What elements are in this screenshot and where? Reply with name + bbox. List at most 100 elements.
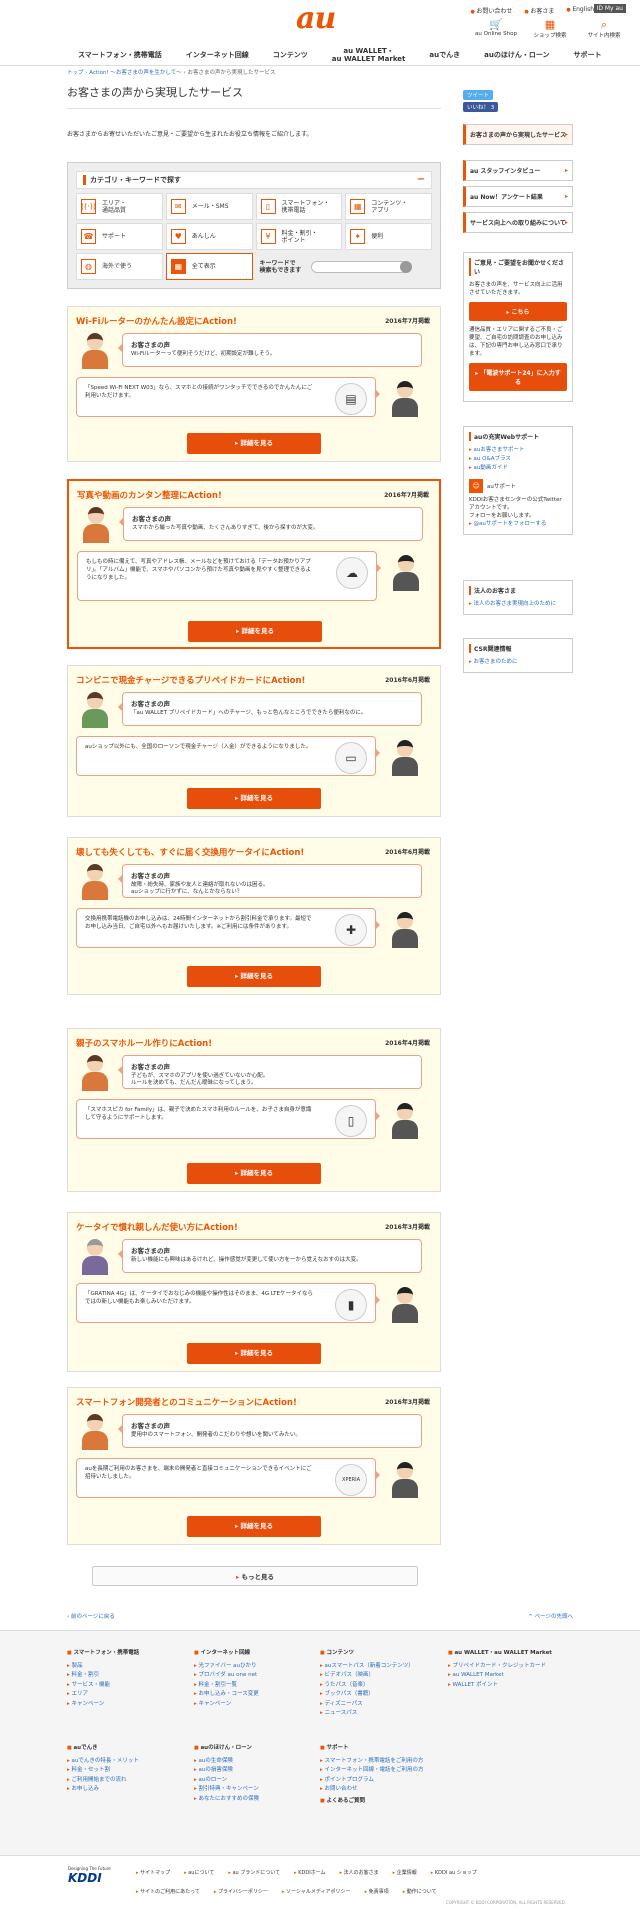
detail-button[interactable]: 詳細を見る — [187, 1163, 321, 1184]
page-top-link[interactable]: ^ ページの先頭へ — [528, 1612, 573, 1620]
footer-heading[interactable]: スマートフォン・携帯電話 — [67, 1649, 187, 1659]
nav-wallet[interactable]: au WALLET・ au WALLET Market — [320, 47, 418, 63]
category-all[interactable]: ▦ 全て表示 — [165, 253, 253, 280]
footer-link[interactable]: キャンペーン — [194, 1700, 314, 1710]
footer-link[interactable]: プロバイダ au one net — [194, 1671, 314, 1681]
footer-bottom-link[interactable]: au ブランドについて — [228, 1869, 280, 1876]
signal-support-button[interactable]: ▸ 「電波サポート24」に入力する — [469, 363, 567, 391]
case-title[interactable]: スマートフォン開発者とのコミュニケーションにAction! — [76, 1396, 297, 1408]
footer-heading[interactable]: インターネット回線 — [194, 1649, 314, 1659]
category-contents[interactable]: ▦ コンテンツ・ アプリ — [345, 193, 432, 220]
nav-denki[interactable]: auでんき — [417, 51, 472, 59]
category-support[interactable]: ☎ サポート — [76, 223, 163, 250]
footer-bottom-link[interactable]: KDDIホーム — [294, 1869, 325, 1876]
footer-link[interactable]: うたパス（音楽） — [320, 1681, 440, 1691]
footer-link[interactable]: ご利用開始までの流れ — [67, 1776, 187, 1786]
corporate-link[interactable]: 法人のお客さま実現向上のために — [469, 600, 567, 609]
au-logo[interactable]: au — [296, 4, 336, 34]
footer-heading[interactable]: auのほけん・ローン — [194, 1744, 314, 1754]
breadcrumb-top[interactable]: トップ — [67, 70, 84, 76]
collapse-icon[interactable]: − — [417, 174, 425, 185]
detail-button[interactable]: 詳細を見る — [187, 1516, 321, 1537]
footer-link[interactable]: 製品 — [67, 1662, 187, 1672]
detail-button[interactable]: 詳細を見る — [187, 788, 321, 809]
sidebar-link-services[interactable]: お客さまの声から実現したサービス — [463, 124, 573, 145]
footer-link[interactable]: 光ファイバー auひかり — [194, 1662, 314, 1672]
footer-bottom-link[interactable]: ソーシャルメディアポリシー — [282, 1888, 351, 1895]
footer-link[interactable]: ブックパス（書籍） — [320, 1690, 440, 1700]
footer-link[interactable]: ビデオパス（映画） — [320, 1671, 440, 1681]
sidebar-link-improvement[interactable]: サービス向上への取り組みについて — [463, 212, 573, 233]
case-title[interactable]: 壊しても失くしても、すぐに届く交換用ケータイにAction! — [76, 846, 304, 858]
category-area[interactable]: ((·)) エリア・ 通話品質 — [76, 193, 163, 220]
site-search-button[interactable]: ⌕ サイト内検索 — [582, 18, 626, 39]
like-button[interactable]: いいね！ 3 — [463, 102, 499, 112]
english-link[interactable]: English — [566, 6, 594, 15]
footer-link[interactable]: auスマートパス（新着コンテンツ） — [320, 1662, 440, 1672]
case-title[interactable]: 親子のスマホルール作りにAction! — [76, 1037, 212, 1049]
case-title[interactable]: 写真や動画のカンタン整理にAction! — [77, 489, 222, 501]
footer-link[interactable]: お申し込み・コース変更 — [194, 1690, 314, 1700]
case-title[interactable]: Wi-Fiルーターのかんたん設定にAction! — [76, 315, 237, 327]
detail-button[interactable]: 詳細を見る — [187, 1343, 321, 1364]
more-button[interactable]: もっと見る — [92, 1566, 418, 1586]
footer-link[interactable]: 料金・割引 — [67, 1671, 187, 1681]
footer-heading[interactable]: auでんき — [67, 1744, 187, 1754]
category-mail[interactable]: ✉ メール・SMS — [165, 193, 253, 220]
footer-link[interactable]: auの生命保険 — [194, 1757, 314, 1767]
footer-bottom-link[interactable]: 免責事項 — [365, 1888, 389, 1895]
my-au-badge[interactable]: ID My au — [593, 4, 626, 13]
kddi-logo[interactable]: Designing The Future KDDI — [68, 1866, 111, 1885]
qa-link[interactable]: au Q&Aプラス — [469, 455, 567, 464]
footer-link[interactable]: エリア — [67, 1690, 187, 1700]
footer-link[interactable]: auの損害保険 — [194, 1766, 314, 1776]
category-phone[interactable]: ▯ スマートフォン・ 携帯電話 — [255, 193, 343, 220]
breadcrumb-action[interactable]: Action! ～お客さまの声を生かして～ — [89, 70, 182, 76]
contact-link[interactable]: お問い合わせ — [470, 6, 512, 15]
footer-bottom-link[interactable]: auについて — [184, 1869, 214, 1876]
back-link[interactable]: ‹ 前のページに戻る — [67, 1614, 115, 1620]
footer-link[interactable]: ディズニーパス — [320, 1700, 440, 1710]
footer-link[interactable]: キャンペーン — [67, 1700, 187, 1710]
footer-link[interactable]: ポイントプログラム — [320, 1776, 440, 1786]
footer-link[interactable]: お申し込み — [67, 1785, 187, 1795]
category-overseas[interactable]: ◍ 海外で使う — [76, 253, 163, 280]
footer-link[interactable]: ニュースパス — [320, 1709, 440, 1719]
footer-link[interactable]: インターネット回線・電話をご利用の方 — [320, 1766, 440, 1776]
footer-bottom-link[interactable]: 動作について — [403, 1888, 437, 1895]
nav-contents[interactable]: コンテンツ — [261, 51, 320, 59]
search-heading[interactable]: カテゴリ・キーワードで探す − — [76, 171, 432, 189]
follow-link[interactable]: @auサポートをフォローする — [469, 520, 567, 529]
footer-bottom-link[interactable]: 法人のお客さま — [340, 1869, 379, 1876]
footer-link[interactable]: プリペイドカード・クレジットカード — [448, 1662, 568, 1672]
footer-link[interactable]: auでんきの特長・メリット — [67, 1757, 187, 1767]
footer-link[interactable]: WALLET ポイント — [448, 1681, 568, 1691]
footer-link[interactable]: auのローン — [194, 1776, 314, 1786]
footer-bottom-link[interactable]: プライバシーポリシー — [214, 1888, 268, 1895]
category-safety[interactable]: ♥ あんしん — [165, 223, 253, 250]
online-shop-button[interactable]: 🛒 au Online Shop — [474, 18, 518, 39]
footer-bottom-link[interactable]: サイトのご利用にあたって — [136, 1888, 200, 1895]
nav-insurance[interactable]: auのほけん・ローン — [472, 51, 561, 59]
case-title[interactable]: コンビニで現金チャージできるプリペイドカードにAction! — [76, 674, 305, 686]
nav-support[interactable]: サポート — [561, 51, 613, 59]
footer-link[interactable]: 割引特典・キャンペーン — [194, 1785, 314, 1795]
faq-link[interactable]: よくあるご質問 — [320, 1797, 440, 1807]
footer-bottom-link[interactable]: サイトマップ — [136, 1869, 170, 1876]
footer-link[interactable]: 料金・割引一覧 — [194, 1681, 314, 1691]
shop-search-button[interactable]: ▦ ショップ検索 — [528, 18, 572, 39]
footer-link[interactable]: サービス・機能 — [67, 1681, 187, 1691]
nav-internet[interactable]: インターネット回線 — [174, 51, 261, 59]
support-link[interactable]: auお客さまサポート — [469, 446, 567, 455]
case-title[interactable]: ケータイで慣れ親しんだ使い方にAction! — [76, 1221, 238, 1233]
sidebar-link-interview[interactable]: au スタッフインタビュー — [463, 160, 573, 181]
footer-bottom-link[interactable]: 企業情報 — [393, 1869, 417, 1876]
detail-button[interactable]: 詳細を見る — [188, 621, 322, 642]
opinion-button[interactable]: ▸ こちら — [469, 302, 567, 321]
footer-link[interactable]: お問い合わせ — [320, 1785, 440, 1795]
keyword-input[interactable] — [311, 260, 413, 273]
customer-link[interactable]: お客さま — [524, 6, 554, 15]
sidebar-link-survey[interactable]: au Now！アンケート結果 — [463, 186, 573, 207]
footer-link[interactable]: 料金・セット割 — [67, 1766, 187, 1776]
nav-smartphone[interactable]: スマートフォン・携帯電話 — [66, 51, 174, 59]
